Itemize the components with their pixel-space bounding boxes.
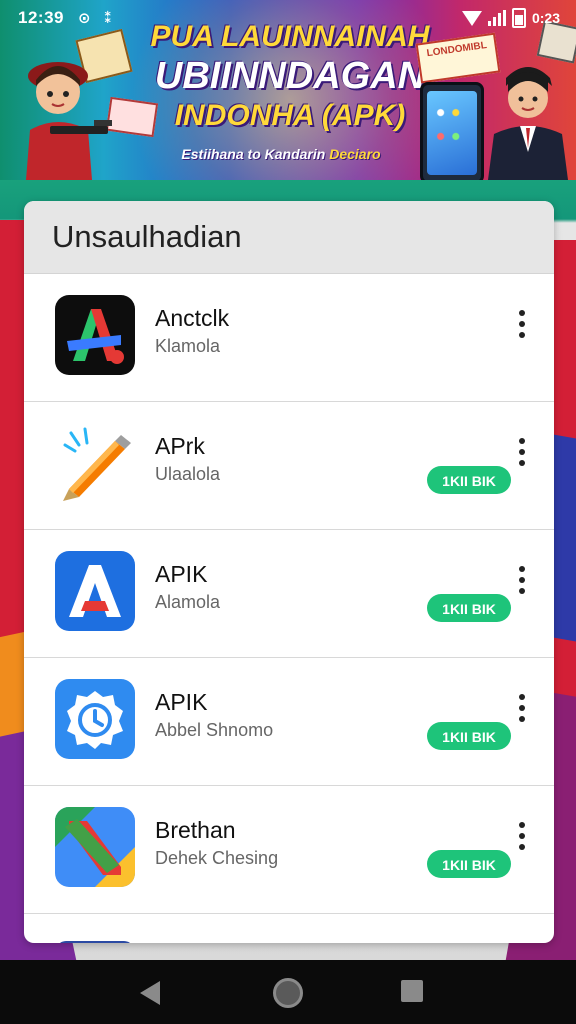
install-button[interactable]: 1KII BIK	[427, 850, 511, 878]
app-name: Brethan	[155, 817, 236, 843]
more-options-icon[interactable]	[512, 310, 532, 350]
wifi-icon	[461, 10, 482, 26]
more-options-icon[interactable]	[512, 438, 532, 478]
app-list-item[interactable]: APrk Ulaalola 1KII BIK	[24, 402, 554, 530]
app-list-item[interactable]: APIK Alamola 1KII BIK	[24, 530, 554, 658]
next-list-item-peek	[56, 941, 134, 943]
recent-apps-icon[interactable]	[401, 980, 423, 1002]
colorful-n-icon	[55, 807, 135, 887]
app-subtitle: Dehek Chesing	[155, 848, 279, 868]
more-options-icon[interactable]	[512, 822, 532, 862]
app-name: APrk	[155, 433, 205, 459]
app-list-item[interactable]: Brethan Dehek Chesing 1KII BIK	[24, 786, 554, 914]
battery-icon	[511, 8, 526, 28]
app-name: APIK	[155, 561, 208, 587]
back-icon[interactable]	[140, 981, 160, 1005]
app-list-item[interactable]: APIK Abbel Shnomo 1KII BIK	[24, 658, 554, 786]
man-in-suit-illustration	[488, 67, 568, 180]
pencil-apk-icon	[55, 423, 135, 503]
banner-subtitle-main: Estiihana to Kandarin	[181, 146, 326, 162]
more-options-icon[interactable]	[512, 694, 532, 734]
clock-badge-icon	[55, 679, 135, 759]
install-button[interactable]: 1KII BIK	[427, 594, 511, 622]
app-subtitle: Abbel Shnomo	[155, 720, 274, 740]
card-title: Unsaulhadian	[52, 219, 242, 254]
signal-icon	[487, 10, 506, 26]
girl-with-gun-illustration	[26, 62, 112, 180]
letter-a-black-icon	[55, 295, 135, 375]
app-list-item[interactable]: Anctclk Klamola	[24, 274, 554, 402]
app-list-card: Unsaulhadian Anctclk Klamola APrk Ulaalo…	[24, 201, 554, 943]
smartphone-illustration	[420, 82, 484, 180]
settings-notification-icon: ⊙	[78, 10, 91, 27]
app-subtitle: Alamola	[155, 592, 221, 612]
home-icon[interactable]	[273, 978, 303, 1008]
banner-title: PUA LAUINNAINAH UBIINNDAGAN INDONHA (APK…	[150, 20, 430, 134]
app-name: APIK	[155, 689, 208, 715]
banner-subtitle: Estiihana to Kandarin Deciaro	[168, 146, 394, 162]
banner-title-line3: INDONHA (APK)	[174, 99, 406, 132]
navigation-bar	[0, 960, 576, 1024]
letter-a-blue-icon	[55, 551, 135, 631]
banner-subtitle-highlight: Deciaro	[329, 146, 381, 162]
battery-text: 0:23	[531, 10, 560, 26]
app-subtitle: Klamola	[155, 336, 221, 356]
banner-title-line2: UBIINNDAGAN	[154, 55, 426, 97]
clock: 12:39	[18, 8, 64, 27]
install-button[interactable]: 1KII BIK	[427, 722, 511, 750]
more-options-icon[interactable]	[512, 566, 532, 606]
status-bar: 12:39 ⊙ ⁑ 0:23	[0, 0, 576, 36]
app-name: Anctclk	[155, 305, 230, 331]
install-button[interactable]: 1KII BIK	[427, 466, 511, 494]
promo-banner[interactable]: PUA LAUINNAINAH UBIINNDAGAN INDONHA (APK…	[0, 0, 576, 180]
app-subtitle: Ulaalola	[155, 464, 221, 484]
notification-icon: ⁑	[104, 10, 112, 27]
card-header: Unsaulhadian	[24, 201, 554, 274]
